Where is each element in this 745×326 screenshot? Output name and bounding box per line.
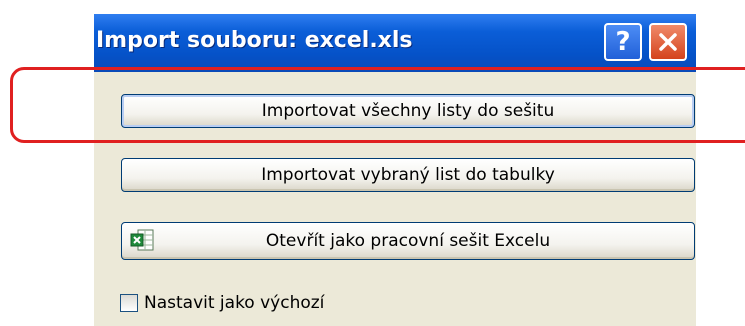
- excel-file-icon: [130, 229, 154, 251]
- import-all-sheets-label: Importovat všechny listy do sešitu: [261, 101, 555, 121]
- close-icon: [659, 33, 677, 51]
- import-dialog: Import souboru: excel.xls ? Importovat v…: [94, 14, 696, 326]
- set-as-default-row[interactable]: Nastavit jako výchozí: [120, 290, 324, 316]
- window-title: Import souboru: excel.xls: [96, 28, 413, 53]
- set-as-default-checkbox[interactable]: [120, 294, 138, 312]
- help-icon: ?: [615, 27, 631, 57]
- import-all-sheets-button[interactable]: Importovat všechny listy do sešitu: [121, 94, 695, 128]
- close-button[interactable]: [649, 23, 687, 61]
- set-as-default-label[interactable]: Nastavit jako výchozí: [144, 293, 324, 313]
- open-as-excel-workbook-button[interactable]: Otevřít jako pracovní sešit Excelu: [121, 222, 695, 260]
- import-selected-sheet-button[interactable]: Importovat vybraný list do tabulky: [121, 158, 695, 192]
- import-selected-sheet-label: Importovat vybraný list do tabulky: [261, 165, 555, 185]
- help-button[interactable]: ?: [604, 23, 642, 61]
- open-as-excel-workbook-label: Otevřít jako pracovní sešit Excelu: [265, 231, 551, 251]
- title-bar[interactable]: Import souboru: excel.xls ?: [94, 14, 696, 72]
